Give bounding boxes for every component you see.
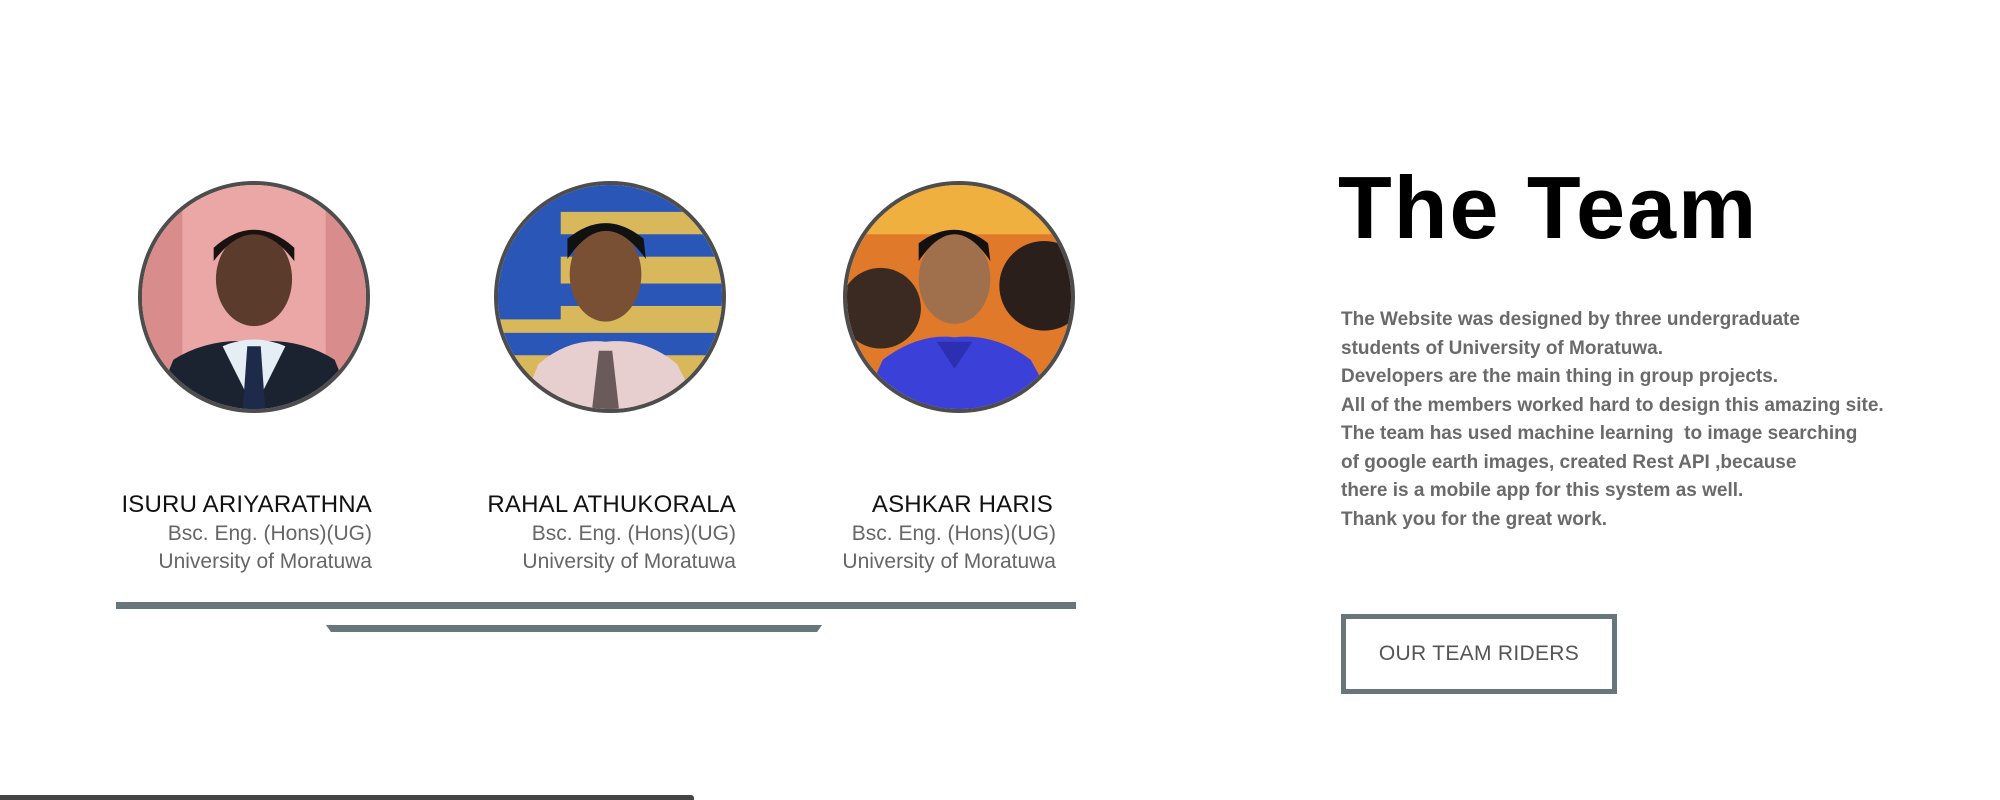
team-description: The Website was designed by three underg…: [1341, 306, 1961, 534]
description-line: of google earth images, created Rest API…: [1341, 451, 1797, 473]
team-riders-button[interactable]: OUR TEAM RIDERS: [1341, 614, 1617, 694]
member-name: ASHKAR HARIS: [871, 491, 1053, 518]
member-degree: Bsc. Eng. (Hons)(UG): [851, 522, 1056, 545]
member-degree: Bsc. Eng. (Hons)(UG): [531, 522, 736, 545]
member-university: University of Moratuwa: [158, 550, 372, 573]
description-line: All of the members worked hard to design…: [1341, 394, 1884, 416]
description-line: Thank you for the great work.: [1341, 508, 1608, 530]
member-card-ashkar: ASHKAR HARIS Bsc. Eng. (Hons)(UG) Univer…: [842, 490, 1056, 576]
member-name: ISURU ARIYARATHNA: [121, 491, 372, 518]
member-card-isuru: ISURU ARIYARATHNA Bsc. Eng. (Hons)(UG) U…: [121, 490, 372, 576]
divider-short: [326, 625, 822, 632]
page-title: The Team: [1338, 158, 1759, 257]
member-photo-isuru: [138, 181, 370, 413]
member-name: RAHAL ATHUKORALA: [487, 491, 736, 518]
member-university: University of Moratuwa: [522, 550, 736, 573]
description-line: there is a mobile app for this system as…: [1341, 480, 1744, 501]
description-line: Developers are the main thing in group p…: [1341, 366, 1779, 387]
description-line: The Website was designed by three underg…: [1341, 309, 1800, 330]
member-degree: Bsc. Eng. (Hons)(UG): [167, 522, 372, 545]
member-photo-rahal: [494, 181, 726, 413]
divider-bottom: [0, 795, 694, 800]
member-photo-ashkar: [843, 181, 1075, 413]
member-card-rahal: RAHAL ATHUKORALA Bsc. Eng. (Hons)(UG) Un…: [487, 490, 736, 576]
description-line: students of University of Moratuwa.: [1341, 337, 1663, 359]
member-university: University of Moratuwa: [842, 550, 1056, 573]
description-line: The team has used machine learning to im…: [1341, 423, 1858, 444]
divider-long: [116, 602, 1076, 609]
team-section: ISURU ARIYARATHNA Bsc. Eng. (Hons)(UG) U…: [0, 0, 2000, 800]
